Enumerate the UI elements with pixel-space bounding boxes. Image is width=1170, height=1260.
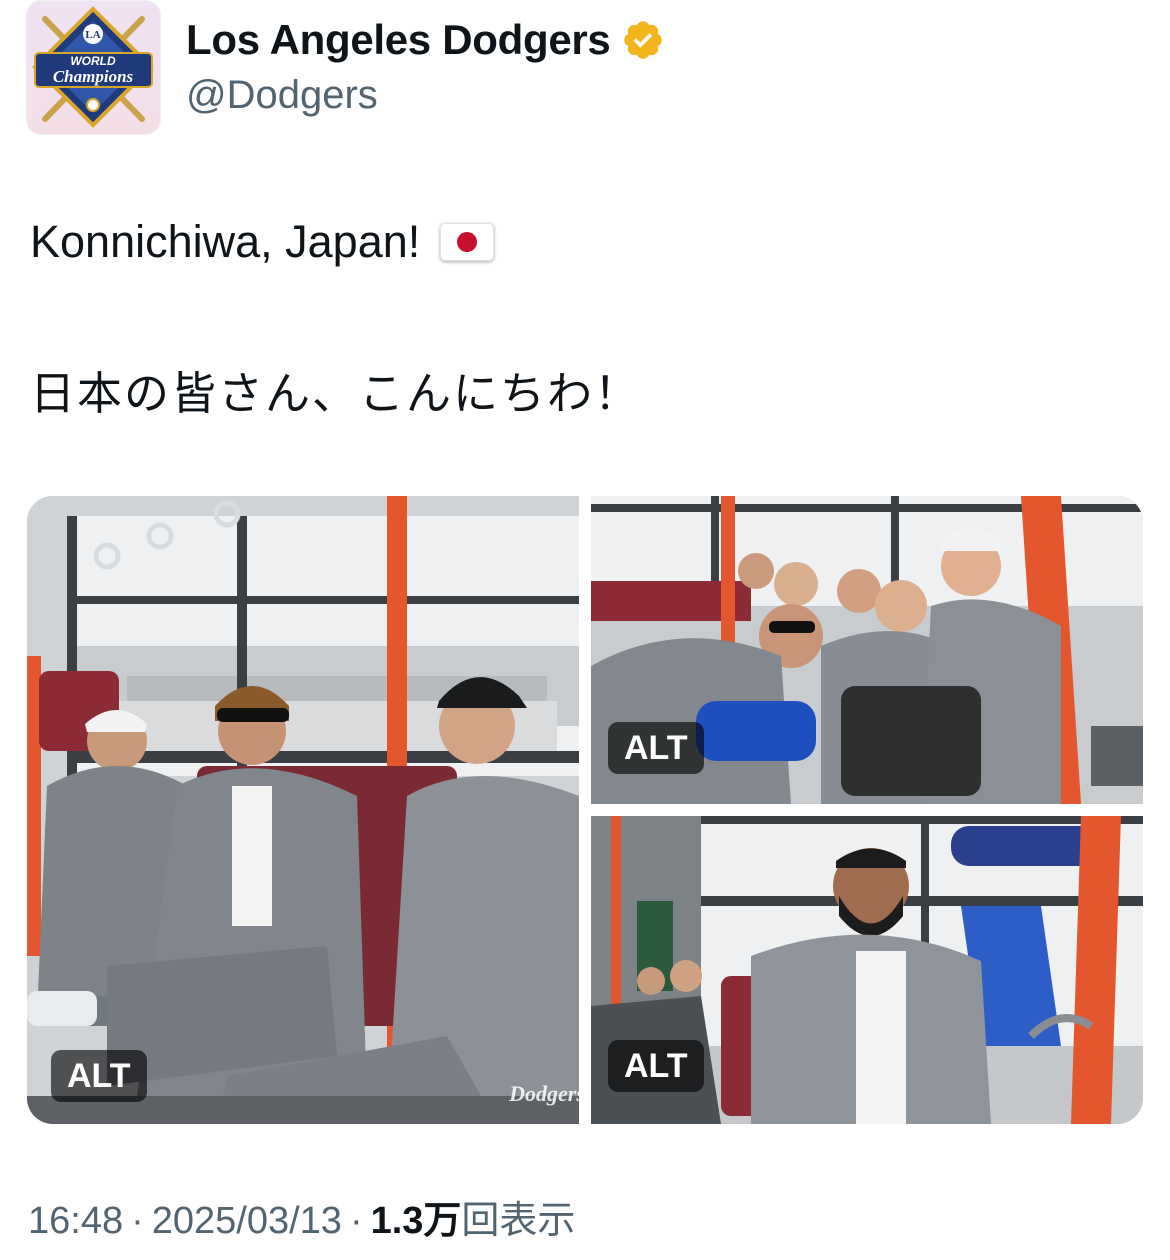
logo-champions: Champions [53,67,134,86]
dodgers-watermark: Dodgers [508,1081,579,1106]
meta-separator: · [349,1200,363,1242]
profile-avatar[interactable]: LA WORLD Champions [27,1,160,134]
tweet-meta: 16:48 · 2025/03/13 · 1.3万回表示 [28,1196,575,1246]
display-name-text: Los Angeles Dodgers [186,16,611,63]
account-handle[interactable]: @Dodgers [186,70,378,120]
tweet-photo-1[interactable]: Dodgers ALT [27,496,579,1124]
tweet-photo-2[interactable]: ALT [591,496,1143,804]
logo-world: WORLD [70,54,116,68]
tweet-date[interactable]: 2025/03/13 [152,1200,342,1242]
views-count: 1.3万 [370,1200,462,1242]
tweet-greeting-jp: 日本の皆さん、こんにちわ！ [30,368,642,419]
photo-players-on-bus: Dodgers [27,496,579,1124]
world-champions-logo: LA WORLD Champions [27,1,160,134]
meta-separator: · [131,1200,144,1242]
alt-text-badge[interactable]: ALT [608,1040,704,1092]
tweet-time[interactable]: 16:48 [28,1200,123,1242]
tweet-text-line-1: Konnichiwa, Japan! [30,214,495,270]
tweet-greeting-en: Konnichiwa, Japan! [30,216,421,267]
views-label: 回表示 [461,1200,576,1242]
tweet-photo-3[interactable]: ALT [591,816,1143,1124]
logo-la: LA [85,29,100,41]
japan-flag-icon [440,223,495,261]
gold-verified-icon[interactable] [621,18,665,62]
display-name[interactable]: Los Angeles Dodgers [186,14,665,66]
alt-text-badge[interactable]: ALT [608,722,704,774]
alt-text-badge[interactable]: ALT [51,1050,147,1102]
